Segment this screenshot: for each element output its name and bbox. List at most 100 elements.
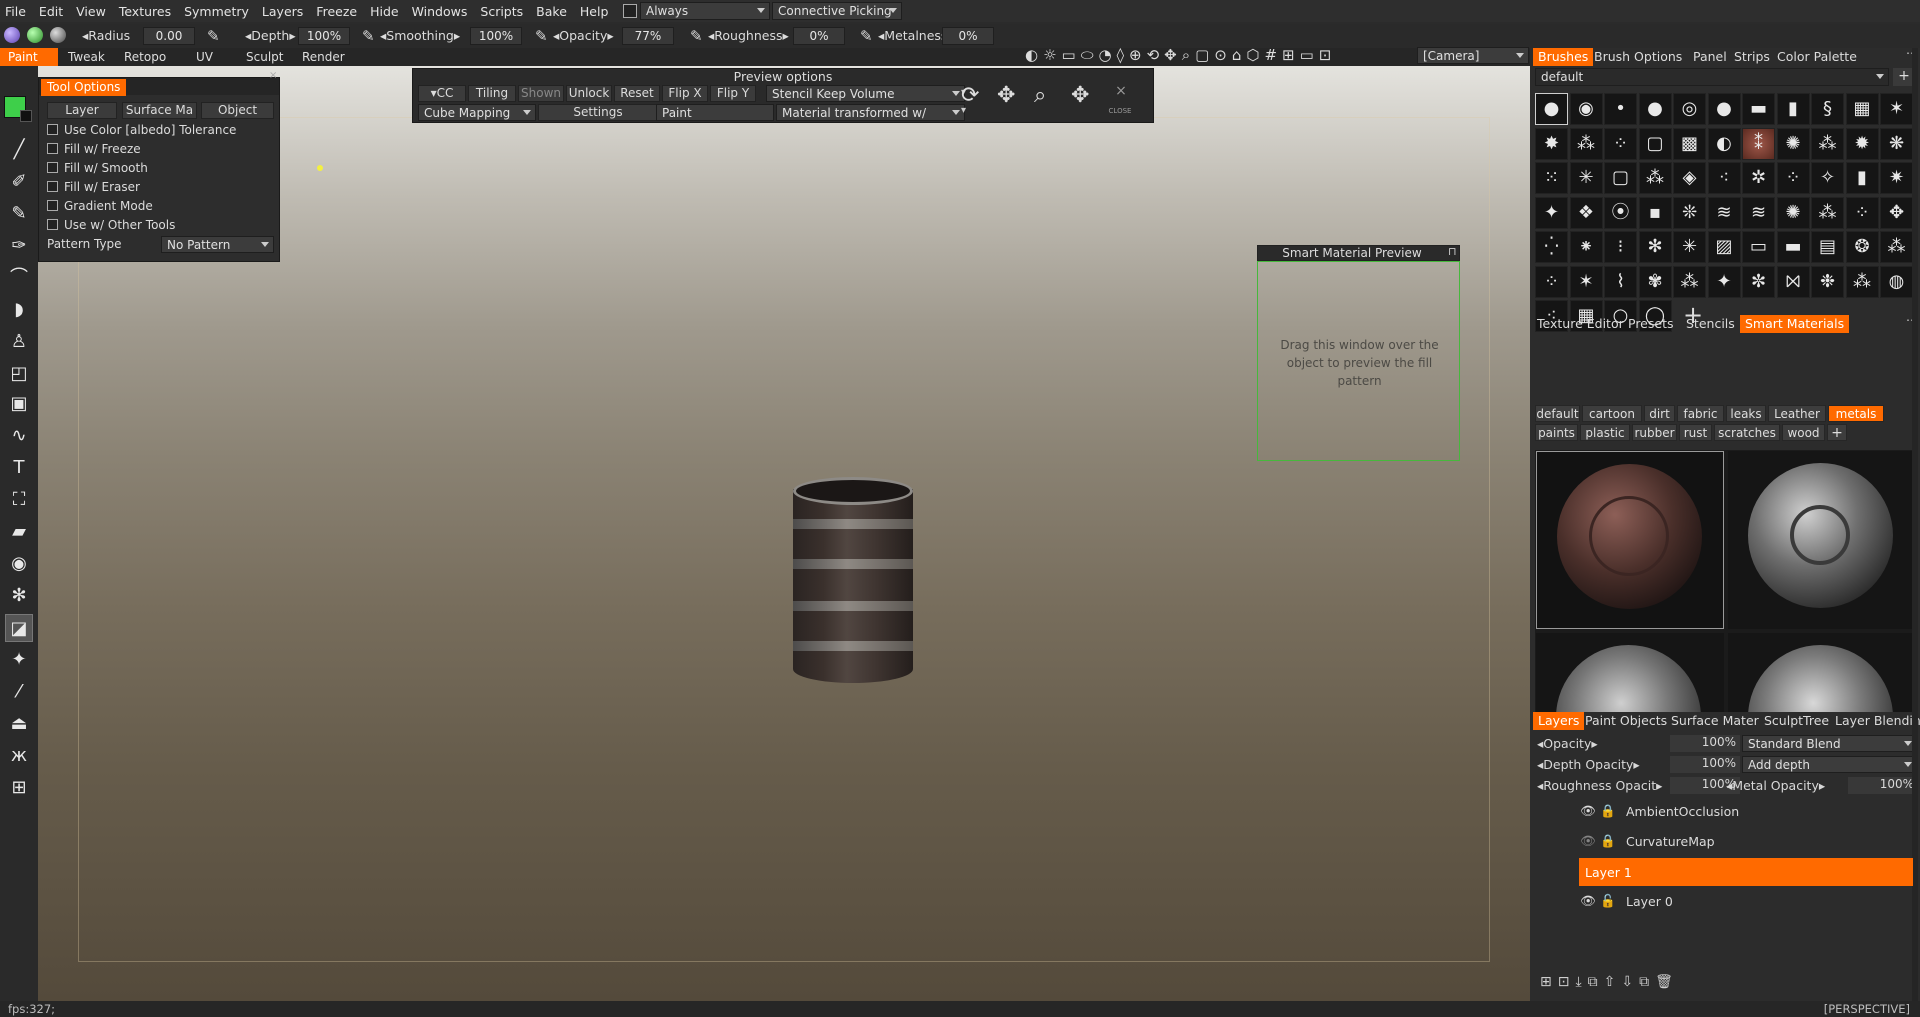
sm-cat-fabric[interactable]: fabric	[1677, 405, 1724, 422]
freeze-icon[interactable]: ✻	[5, 582, 33, 610]
sm-cat-paints[interactable]: paints	[1535, 424, 1578, 441]
menu-scripts[interactable]: Scripts	[475, 4, 531, 19]
smart-preview-header[interactable]: Smart Material Preview ⊓	[1257, 245, 1460, 261]
picking-combo[interactable]: Connective Picking	[772, 2, 902, 20]
tab-surface-materials[interactable]: Surface Mater	[1671, 712, 1759, 730]
brush-thumb[interactable]: ▩	[1673, 127, 1706, 160]
brush-thumb[interactable]: ⁂	[1569, 127, 1603, 160]
grey-sphere-icon[interactable]	[50, 27, 66, 43]
brush-thumb[interactable]: ✼	[1742, 265, 1775, 298]
always-checkbox[interactable]	[623, 3, 637, 18]
layer-opacity-label[interactable]: ◂Opacity▸	[1537, 736, 1598, 751]
close-icon[interactable]: ×	[1106, 83, 1136, 99]
tool-options-title[interactable]: Tool Options	[41, 79, 127, 96]
menu-freeze[interactable]: Freeze	[311, 4, 365, 19]
stamp-icon[interactable]: ♙	[5, 328, 33, 356]
menu-view[interactable]: View	[71, 4, 114, 19]
brush-thumb[interactable]: ⌇	[1604, 265, 1637, 298]
tab-panel[interactable]: Panel	[1693, 48, 1727, 66]
option-fill-smooth[interactable]: Fill w/ Smooth	[47, 161, 148, 175]
ruler-icon[interactable]: ⊞	[5, 774, 33, 802]
room-render[interactable]: Render	[294, 48, 353, 66]
menu-layers[interactable]: Layers	[257, 4, 311, 19]
eye-icon[interactable]: 👁	[1580, 803, 1600, 819]
tab-layer-blending[interactable]: Layer Blendin	[1835, 712, 1920, 730]
eraser-icon[interactable]: ▰	[5, 518, 33, 546]
radius-label[interactable]: ◂Radius	[82, 28, 130, 43]
reset-button[interactable]: Reset	[614, 85, 660, 102]
brush-thumb[interactable]: ✾	[1638, 265, 1672, 298]
menu-edit[interactable]: Edit	[34, 4, 71, 19]
material-thumb-4[interactable]	[1728, 633, 1914, 712]
brush-thumb[interactable]: ❖	[1569, 196, 1603, 229]
brush-thumb[interactable]: ❂	[1845, 231, 1879, 263]
smart-preview-window[interactable]: Drag this window over the object to prev…	[1257, 261, 1460, 461]
clone-brush-icon[interactable]: ✑	[5, 232, 33, 260]
roughness-label[interactable]: ◂Roughness▸	[708, 28, 789, 43]
brush-thumb[interactable]: ⁕	[1569, 231, 1603, 263]
brush-thumb[interactable]: ●	[1535, 93, 1568, 125]
tab-surface-material[interactable]: Surface Ma	[122, 102, 197, 119]
spray-icon[interactable]: ◗	[5, 296, 33, 324]
layer-actions-bar[interactable]: ⊞⊡⤓⧉⇧⇩⧉🗑	[1530, 974, 1920, 994]
brush-thumb[interactable]: ✸	[1535, 127, 1568, 160]
brush-thumb[interactable]: ✹	[1845, 127, 1879, 160]
brush-thumb[interactable]: ◍	[1880, 265, 1913, 298]
zoom-icon[interactable]: ⌕	[1034, 83, 1046, 108]
mapping-combo[interactable]: Cube Mapping	[418, 104, 536, 121]
material-thumb-3[interactable]	[1536, 633, 1724, 712]
brush-thumb[interactable]: ⦿	[1604, 196, 1637, 229]
menu-symmetry[interactable]: Symmetry	[179, 4, 257, 19]
sm-cat-plastic[interactable]: plastic	[1580, 424, 1630, 441]
menu-windows[interactable]: Windows	[407, 4, 476, 19]
menu-hide[interactable]: Hide	[365, 4, 407, 19]
depth-value[interactable]: 100%	[298, 27, 350, 45]
menu-bake[interactable]: Bake	[531, 4, 575, 19]
brush-thumb[interactable]: ⁙	[1535, 162, 1568, 194]
brush-thumb[interactable]: ≋	[1742, 196, 1775, 229]
curve-icon[interactable]: ∿	[5, 422, 33, 450]
flip-y-button[interactable]: Flip Y	[710, 85, 756, 102]
brush-thumb[interactable]: ▤	[1811, 231, 1844, 263]
menu-file[interactable]: File	[0, 4, 34, 19]
brush-thumb[interactable]: ⁑	[1742, 127, 1775, 160]
tab-layer[interactable]: Layer	[47, 102, 117, 119]
iron-icon[interactable]: ⏏	[5, 710, 33, 738]
fill-tool-icon[interactable]: ◪	[5, 614, 33, 642]
tiling-button[interactable]: Tiling	[468, 85, 516, 102]
pan-icon[interactable]: ✥	[1071, 83, 1089, 108]
smudge-icon[interactable]: ⌒	[5, 264, 33, 292]
layer-opacity-value[interactable]: 100%	[1670, 735, 1740, 752]
room-paint[interactable]: Paint	[0, 48, 58, 66]
brush-thumb[interactable]: ⁂	[1845, 265, 1879, 298]
brush-thumb[interactable]: ⁂	[1638, 162, 1672, 194]
lasso-icon[interactable]: ◰	[5, 360, 33, 388]
tab-stencils[interactable]: Stencils	[1686, 315, 1735, 333]
brush-thumb[interactable]: ✶	[1569, 265, 1603, 298]
sphere-icon[interactable]	[4, 27, 20, 43]
stencil-combo[interactable]: Stencil Keep Volume	[766, 85, 965, 102]
brush-thumb[interactable]: ⁝	[1604, 231, 1637, 263]
model-cylinder[interactable]	[793, 477, 913, 695]
secondary-color-swatch[interactable]	[20, 110, 32, 122]
sm-cat-cartoon[interactable]: cartoon	[1582, 405, 1642, 422]
sm-cat-leather[interactable]: Leather	[1768, 405, 1826, 422]
brush-thumb[interactable]: ✷	[1880, 162, 1913, 194]
butterfly-icon[interactable]: ж	[5, 742, 33, 770]
eye-tool-icon[interactable]: ◉	[5, 550, 33, 578]
lock-icon[interactable]: 🔓	[1600, 893, 1618, 909]
metal-opacity-label[interactable]: ◂Metal Opacity▸	[1726, 778, 1825, 793]
add-category-button[interactable]: +	[1827, 424, 1847, 441]
lock-icon[interactable]: 🔒	[1600, 833, 1618, 849]
brush-thumb[interactable]: ✥	[1880, 196, 1913, 229]
brush-thumb[interactable]: ✧	[1811, 162, 1844, 194]
move-icon[interactable]: ✥	[997, 83, 1015, 108]
layer-row[interactable]: 👁 🔒 AmbientOcclusion	[1577, 797, 1911, 825]
brush-thumb[interactable]: ✦	[1707, 265, 1741, 298]
option-fill-freeze[interactable]: Fill w/ Freeze	[47, 142, 141, 156]
text-icon[interactable]: T	[5, 454, 33, 482]
sm-cat-default[interactable]: default	[1535, 405, 1580, 422]
eye-icon[interactable]: 👁	[1580, 893, 1600, 909]
brush-thumb[interactable]: ❊	[1673, 196, 1706, 229]
opacity-value[interactable]: 77%	[622, 27, 674, 45]
